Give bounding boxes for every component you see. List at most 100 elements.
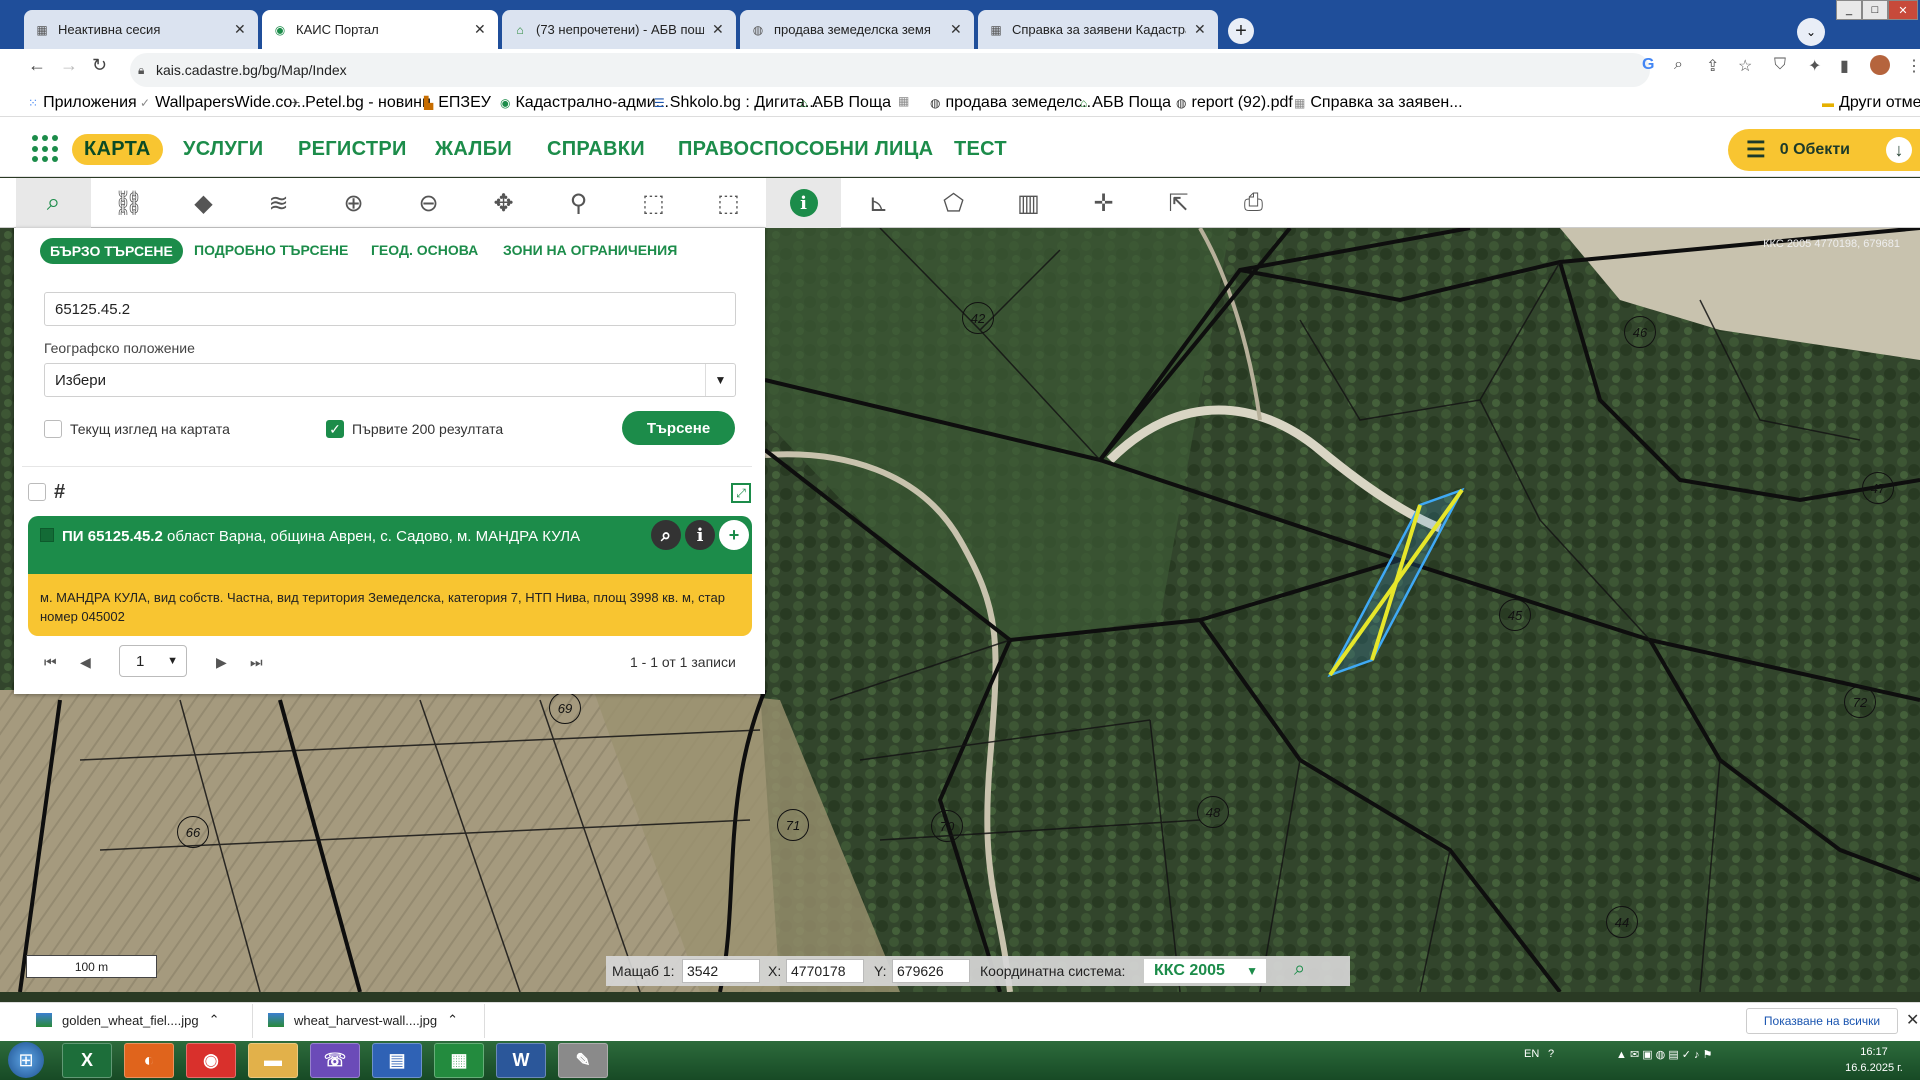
last-page-icon[interactable]: ⏭ bbox=[250, 654, 263, 671]
bookmark[interactable]: ◉ Кадастрално-адми... bbox=[500, 94, 669, 112]
objects-button[interactable]: ☰ 0 Обекти ↓ bbox=[1728, 129, 1920, 171]
extensions-icon[interactable]: ✦ bbox=[1808, 56, 1821, 76]
tab-advanced-search[interactable]: ПОДРОБНО ТЪРСЕНЕ bbox=[194, 242, 348, 258]
zoom-in-tool[interactable]: ⊕ bbox=[316, 178, 391, 228]
info-tool[interactable]: i bbox=[766, 178, 841, 228]
close-icon[interactable]: ✕ bbox=[234, 21, 248, 38]
tab-geod-basis[interactable]: ГЕОД. ОСНОВА bbox=[371, 242, 478, 258]
polygon-tool[interactable]: ⬠ bbox=[916, 178, 991, 228]
kebab-menu-icon[interactable]: ⋮ bbox=[1906, 56, 1920, 76]
nav-test[interactable]: ТЕСТ bbox=[954, 138, 1007, 161]
map-tool[interactable]: ▥ bbox=[991, 178, 1066, 228]
zoom-out-tool[interactable]: ⊖ bbox=[391, 178, 466, 228]
close-icon[interactable]: ✕ bbox=[474, 21, 488, 38]
download-item[interactable]: golden_wheat_fiel....jpg ⌃ bbox=[36, 1012, 220, 1028]
tray-icons[interactable]: ▲ ✉ ▣ ◍ ▤ ✓ ♪ ⚑ bbox=[1616, 1048, 1712, 1061]
chrome-app-icon[interactable]: ◉ bbox=[186, 1043, 236, 1078]
close-icon[interactable]: ✕ bbox=[950, 21, 964, 38]
bookmark[interactable]: ▙ ЕПЗЕУ bbox=[424, 94, 491, 112]
nav-spravki[interactable]: СПРАВКИ bbox=[547, 138, 645, 161]
tab-quick-search[interactable]: БЪРЗО ТЪРСЕНЕ bbox=[40, 238, 183, 264]
select-add-tool[interactable]: ⬚ bbox=[616, 178, 691, 228]
zoom-to-result-icon[interactable]: ⌕ bbox=[651, 520, 681, 550]
measure-tool[interactable]: ⊾ bbox=[841, 178, 916, 228]
bookmark-folder[interactable]: ▬ Други отметки bbox=[1822, 94, 1920, 112]
route-tool[interactable]: ⛓ bbox=[91, 178, 166, 228]
viber-app-icon[interactable]: ☏ bbox=[310, 1043, 360, 1078]
chevron-up-icon[interactable]: ⌃ bbox=[447, 1012, 458, 1028]
bookmark[interactable]: ▦ bbox=[898, 94, 909, 108]
bookmark[interactable]: ⌂ АБВ Поща bbox=[1080, 94, 1171, 112]
add-result-icon[interactable]: + bbox=[719, 520, 749, 550]
layer-tool[interactable]: ◆ bbox=[166, 178, 241, 228]
browser-tab-active[interactable]: ◉ КАИС Портал ✕ bbox=[262, 10, 498, 49]
bookmark[interactable]: ◍ продава земеделс... bbox=[930, 94, 1095, 112]
nav-uslugi[interactable]: УСЛУГИ bbox=[183, 138, 263, 161]
next-page-icon[interactable]: ▶ bbox=[216, 654, 227, 671]
expand-icon[interactable]: ⤢ bbox=[731, 483, 751, 503]
google-icon[interactable]: G bbox=[1642, 56, 1654, 74]
maximize-button[interactable]: □ bbox=[1862, 0, 1888, 20]
browser-tab[interactable]: ⌂ (73 непрочетени) - АБВ поща ✕ bbox=[502, 10, 736, 49]
nav-pravosposobni-lica[interactable]: ПРАВОСПОСОБНИ ЛИЦА bbox=[678, 138, 933, 161]
bookmark[interactable]: ◍ report (92).pdf bbox=[1176, 94, 1293, 112]
new-tab-button[interactable]: + bbox=[1228, 18, 1254, 44]
chevron-up-icon[interactable]: ⌃ bbox=[209, 1012, 220, 1028]
nav-karta[interactable]: КАРТА bbox=[72, 134, 163, 165]
window-close-button[interactable]: ✕ bbox=[1888, 0, 1918, 20]
calculator-app-icon[interactable]: ▦ bbox=[434, 1043, 484, 1078]
download-item[interactable]: wheat_harvest-wall....jpg ⌃ bbox=[268, 1012, 458, 1028]
nav-registri[interactable]: РЕГИСТРИ bbox=[298, 138, 407, 161]
table-view-icon[interactable]: # bbox=[54, 481, 65, 504]
browser-tab[interactable]: ▦ Неактивна сесия ✕ bbox=[24, 10, 258, 49]
tab-search-icon[interactable]: ⌄ bbox=[1797, 18, 1825, 46]
close-icon[interactable]: ✕ bbox=[1906, 1010, 1919, 1030]
scale-input[interactable]: 3542 bbox=[682, 959, 760, 983]
close-icon[interactable]: ✕ bbox=[712, 21, 726, 38]
zoom-icon[interactable]: ⌕ bbox=[1674, 56, 1683, 74]
page-select[interactable]: 1 ▼ bbox=[119, 645, 187, 677]
geo-location-select[interactable]: Избери ▼ bbox=[44, 363, 736, 397]
result-row[interactable]: ПИ 65125.45.2 област Варна, община Аврен… bbox=[28, 516, 752, 574]
y-input[interactable]: 679626 bbox=[892, 959, 970, 983]
minimize-button[interactable]: _ bbox=[1836, 0, 1862, 20]
coordinate-search-icon[interactable]: ⌕ bbox=[1294, 958, 1305, 981]
excel-app-icon[interactable]: X bbox=[62, 1043, 112, 1078]
browser-tab[interactable]: ▦ Справка за заявени Кадастрал... ✕ bbox=[978, 10, 1218, 49]
bookmark[interactable]: ☰ Shkolo.bg : Дигита... bbox=[654, 94, 818, 112]
apps-grid-icon[interactable] bbox=[32, 135, 60, 163]
export-tool[interactable]: ⇱ bbox=[1141, 178, 1216, 228]
bookmark[interactable]: ▦ Справка за заявен... bbox=[1294, 94, 1463, 112]
search-input[interactable]: 65125.45.2 bbox=[44, 292, 736, 326]
paint-app-icon[interactable]: ✎ bbox=[558, 1043, 608, 1078]
forward-icon[interactable]: → bbox=[60, 55, 78, 76]
explorer-app-icon[interactable]: ▬ bbox=[248, 1043, 298, 1078]
cart-icon[interactable]: ⛉ bbox=[1774, 56, 1786, 74]
select-all-checkbox[interactable] bbox=[28, 483, 46, 501]
nav-zhalbi[interactable]: ЖАЛБИ bbox=[435, 138, 512, 161]
search-tool[interactable]: ⌕ bbox=[16, 178, 91, 228]
url-field[interactable]: 🔒︎ kais.cadastre.bg/bg/Map/Index bbox=[130, 53, 1650, 87]
network-app-icon[interactable]: ▤ bbox=[372, 1043, 422, 1078]
help-icon[interactable]: ? bbox=[1548, 1048, 1554, 1060]
search-button[interactable]: Търсене bbox=[622, 411, 735, 445]
arrow-down-icon[interactable]: ↓ bbox=[1886, 137, 1912, 163]
reload-icon[interactable]: ↻ bbox=[92, 55, 107, 76]
profile-avatar[interactable] bbox=[1870, 55, 1890, 75]
tab-restriction-zones[interactable]: ЗОНИ НА ОГРАНИЧЕНИЯ bbox=[503, 242, 677, 258]
close-icon[interactable]: ✕ bbox=[1194, 21, 1208, 38]
bookmark[interactable]: ✓ WallpapersWide.co... bbox=[140, 94, 306, 112]
star-icon[interactable]: ☆ bbox=[1738, 56, 1752, 76]
layers-tool[interactable]: ≋ bbox=[241, 178, 316, 228]
share-icon[interactable]: ⇪ bbox=[1706, 56, 1719, 76]
first-page-icon[interactable]: ⏮ bbox=[44, 654, 57, 671]
language-indicator[interactable]: EN bbox=[1524, 1048, 1539, 1060]
word-app-icon[interactable]: W bbox=[496, 1043, 546, 1078]
show-all-downloads-button[interactable]: Показване на всички bbox=[1746, 1008, 1898, 1034]
bookmark[interactable]: ⌂ АБВ Поща bbox=[800, 94, 891, 112]
result-checkbox[interactable] bbox=[40, 528, 54, 542]
current-view-checkbox[interactable] bbox=[44, 420, 62, 438]
back-icon[interactable]: ← bbox=[28, 55, 46, 76]
result-info-icon[interactable]: i bbox=[685, 520, 715, 550]
browser-tab[interactable]: ◍ продава земеделска земя ✕ bbox=[740, 10, 974, 49]
